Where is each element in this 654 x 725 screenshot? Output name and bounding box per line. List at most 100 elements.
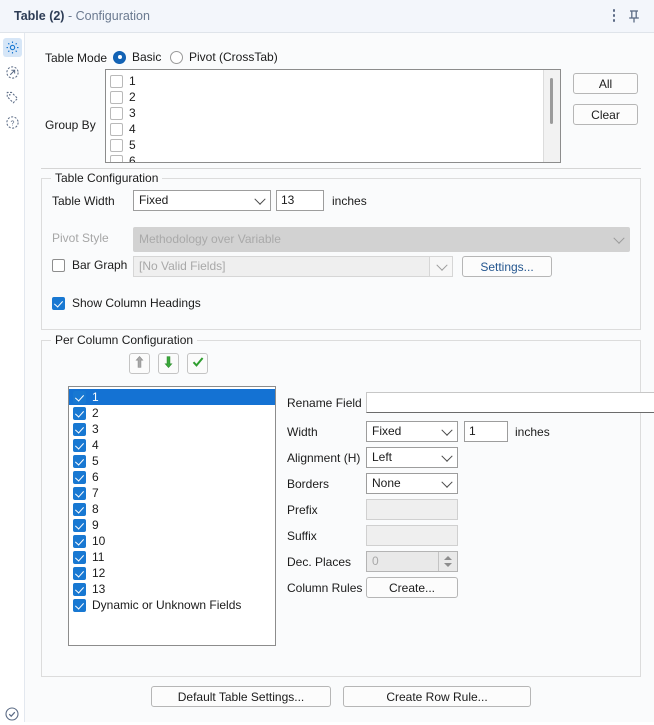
column-checkbox[interactable] [73,470,86,484]
column-checkbox[interactable] [73,502,86,516]
left-rail: ? [0,33,25,722]
column-label: 11 [92,550,105,564]
table-width-mode-value: Fixed [139,193,169,207]
create-row-rule-button[interactable]: Create Row Rule... [343,686,531,707]
rail-item-help[interactable]: ? [3,113,22,132]
width-label: Width [287,425,318,439]
list-item[interactable]: 1 [106,73,543,89]
table-row[interactable]: 3 [69,421,275,437]
table-width-value-input[interactable]: 13 [276,190,324,211]
move-up-button[interactable] [129,353,150,374]
pivot-style-value: Methodology over Variable [139,232,281,246]
column-checkbox[interactable] [73,582,86,596]
pin-icon[interactable] [625,7,643,25]
width-mode-value: Fixed [372,424,402,438]
bar-graph-toggle[interactable]: Bar Graph [52,258,127,272]
list-item[interactable]: 4 [106,121,543,137]
list-item[interactable]: 2 [106,89,543,105]
radio-pivot[interactable] [170,50,183,64]
table-row[interactable]: 6 [69,469,275,485]
dec-places-stepper: 0 [366,551,458,572]
table-row[interactable]: 4 [69,437,275,453]
group-by-checkbox[interactable] [110,74,123,88]
list-item-label: 5 [129,138,136,152]
borders-value: None [372,476,401,490]
columns-listbox[interactable]: 1 2 3 4 5 6 7 8 9 10 11 12 13 Dynamic or… [68,386,276,646]
alignment-value: Left [372,450,393,464]
alignment-select[interactable]: Left [366,447,458,468]
group-by-all-button[interactable]: All [573,73,638,94]
width-value-input[interactable]: 1 [464,421,508,442]
page-title-sub: - Configuration [67,9,150,23]
chevron-down-icon [441,450,453,462]
bar-graph-settings-button[interactable]: Settings... [462,256,552,277]
column-checkbox[interactable] [73,438,86,452]
table-row[interactable]: 7 [69,485,275,501]
column-checkbox[interactable] [73,534,86,548]
column-checkbox[interactable] [73,566,86,580]
group-by-checkbox[interactable] [110,106,123,120]
column-checkbox[interactable] [73,486,86,500]
dec-places-value: 0 [372,554,379,568]
radio-basic[interactable] [113,50,126,64]
list-item[interactable]: 6 [106,153,543,162]
table-row[interactable]: 8 [69,501,275,517]
group-by-checkbox[interactable] [110,138,123,152]
move-down-button[interactable] [158,353,179,374]
group-by-checkbox[interactable] [110,90,123,104]
configuration-panel: Table Mode Basic Pivot (CrossTab) Group … [25,33,654,722]
column-checkbox[interactable] [73,454,86,468]
list-item[interactable]: 5 [106,137,543,153]
group-by-scrollbar[interactable] [543,70,560,162]
column-checkbox[interactable] [73,550,86,564]
table-row[interactable]: 2 [69,405,275,421]
group-by-clear-button[interactable]: Clear [573,104,638,125]
table-row[interactable]: 5 [69,453,275,469]
column-rules-label: Column Rules [287,581,363,595]
borders-select[interactable]: None [366,473,458,494]
alignment-label: Alignment (H) [287,451,361,465]
kebab-menu-icon[interactable] [607,9,621,25]
table-mode-option-basic[interactable]: Basic [113,50,161,64]
scrollbar-thumb[interactable] [550,78,553,124]
width-mode-select[interactable]: Fixed [366,421,458,442]
group-by-checkbox[interactable] [110,122,123,136]
table-mode-option-pivot[interactable]: Pivot (CrossTab) [170,50,278,64]
group-by-listbox[interactable]: 1 2 3 4 5 6 [105,69,561,163]
group-by-checkbox[interactable] [110,154,123,162]
gear-icon [5,40,20,55]
rail-item-annotation[interactable] [3,88,22,107]
arrow-circle-icon [5,65,20,80]
toggle-all-checked-button[interactable] [187,353,208,374]
svg-text:?: ? [11,121,15,128]
list-item[interactable]: 3 [106,105,543,121]
table-row[interactable]: 13 [69,581,275,597]
column-rules-create-button[interactable]: Create... [366,577,458,598]
table-width-units: inches [332,194,367,208]
status-check-circle-icon[interactable] [4,706,20,725]
table-row[interactable]: Dynamic or Unknown Fields [69,597,275,613]
column-checkbox[interactable] [73,518,86,532]
page-title: Table (2) - Configuration [14,9,150,23]
rail-item-configuration[interactable] [3,38,22,57]
table-row[interactable]: 1 [69,389,275,405]
borders-label: Borders [287,477,330,491]
rename-field-input[interactable] [366,392,654,413]
bar-graph-checkbox[interactable] [52,258,65,272]
column-checkbox[interactable] [73,422,86,436]
table-width-mode-select[interactable]: Fixed [133,190,271,211]
table-row[interactable]: 11 [69,549,275,565]
column-checkbox[interactable] [73,390,86,404]
table-row[interactable]: 9 [69,517,275,533]
rail-item-output[interactable] [3,63,22,82]
default-table-settings-button[interactable]: Default Table Settings... [151,686,331,707]
show-column-headings-checkbox[interactable] [52,296,65,310]
per-column-configuration-group: Per Column Configuration 1 2 3 4 5 6 7 8… [41,333,654,677]
show-column-headings-toggle[interactable]: Show Column Headings [52,296,201,310]
column-checkbox[interactable] [73,598,86,612]
check-icon [191,355,205,372]
column-label: 8 [92,502,99,516]
column-checkbox[interactable] [73,406,86,420]
table-row[interactable]: 12 [69,565,275,581]
table-row[interactable]: 10 [69,533,275,549]
